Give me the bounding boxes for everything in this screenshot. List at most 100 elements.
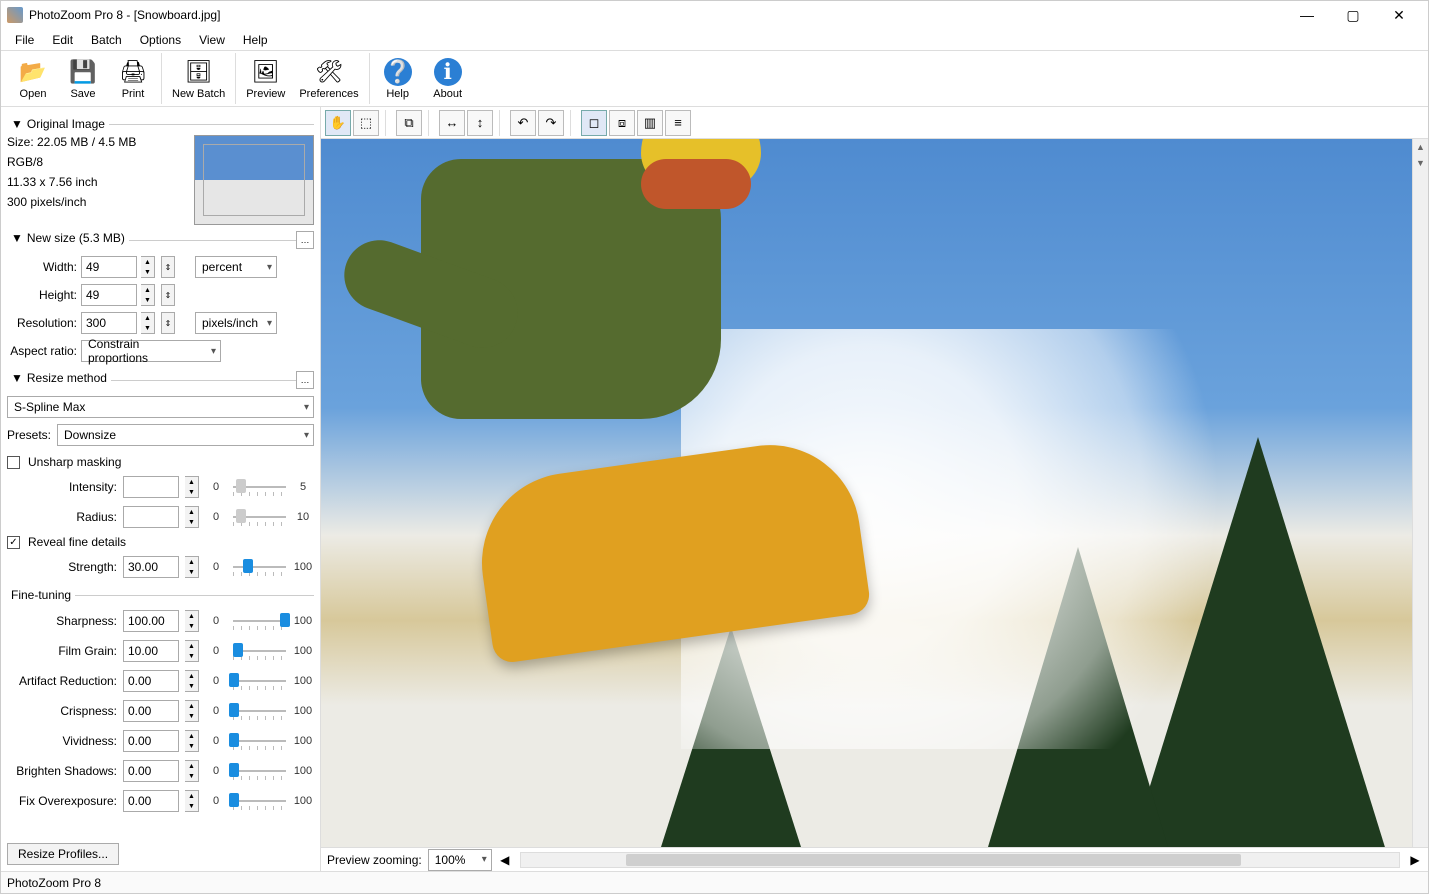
brighten-spinner[interactable]: ▲▼ <box>185 760 199 782</box>
resize-method-select[interactable]: S-Spline Max <box>7 396 314 418</box>
close-button[interactable]: ✕ <box>1376 1 1422 29</box>
open-button[interactable]: 📂Open <box>13 56 53 102</box>
original-image-header[interactable]: ▼Original Image <box>7 117 314 131</box>
vividness-slider[interactable] <box>233 731 286 751</box>
viewmode-3-button[interactable]: ▥ <box>637 110 663 136</box>
vertical-scrollbar[interactable]: ▲ ▼ <box>1412 139 1428 847</box>
width-input[interactable] <box>81 256 137 278</box>
filmgrain-spinner[interactable]: ▲▼ <box>185 640 199 662</box>
brighten-slider[interactable] <box>233 761 286 781</box>
crop-button[interactable]: ⧉ <box>396 110 422 136</box>
menu-help[interactable]: Help <box>235 31 276 49</box>
print-button[interactable]: 🖨Print <box>113 56 153 102</box>
height-link-button[interactable]: ⇕ <box>161 284 175 306</box>
maximize-button[interactable]: ▢ <box>1330 1 1376 29</box>
resolution-input[interactable] <box>81 312 137 334</box>
menu-view[interactable]: View <box>191 31 233 49</box>
overexp-input[interactable] <box>123 790 179 812</box>
minimize-button[interactable]: — <box>1284 1 1330 29</box>
filmgrain-label: Film Grain: <box>7 644 117 658</box>
artifact-slider[interactable] <box>233 671 286 691</box>
radius-label: Radius: <box>7 510 117 524</box>
flip-v-button[interactable]: ↕ <box>467 110 493 136</box>
overexp-spinner[interactable]: ▲▼ <box>185 790 199 812</box>
viewmode-2-button[interactable]: ⧈ <box>609 110 635 136</box>
new-batch-button[interactable]: 🗄New Batch <box>170 56 227 102</box>
about-button[interactable]: ℹAbout <box>428 56 468 102</box>
scroll-up-icon[interactable]: ▲ <box>1413 139 1428 155</box>
scroll-right-button[interactable]: ▶ <box>1408 853 1422 867</box>
reveal-checkbox[interactable]: ✓ <box>7 536 20 549</box>
radius-slider[interactable] <box>233 507 286 527</box>
menu-file[interactable]: File <box>7 31 42 49</box>
filmgrain-input[interactable] <box>123 640 179 662</box>
thumbnail[interactable] <box>194 135 314 225</box>
titlebar: PhotoZoom Pro 8 - [Snowboard.jpg] — ▢ ✕ <box>1 1 1428 29</box>
open-icon: 📂 <box>19 58 47 86</box>
width-link-button[interactable]: ⇕ <box>161 256 175 278</box>
radius-input[interactable] <box>123 506 179 528</box>
strength-spinner[interactable]: ▲▼ <box>185 556 199 578</box>
height-input[interactable] <box>81 284 137 306</box>
filmgrain-slider[interactable] <box>233 641 286 661</box>
sharpness-slider[interactable] <box>233 611 286 631</box>
crispness-slider[interactable] <box>233 701 286 721</box>
size-info: Size: 22.05 MB / 4.5 MB <box>7 135 136 149</box>
viewmode-4-button[interactable]: ≡ <box>665 110 691 136</box>
intensity-input[interactable] <box>123 476 179 498</box>
artifact-spinner[interactable]: ▲▼ <box>185 670 199 692</box>
strength-input[interactable] <box>123 556 179 578</box>
resolution-spinner[interactable]: ▲▼ <box>141 312 155 334</box>
vividness-label: Vividness: <box>7 734 117 748</box>
horizontal-scrollbar[interactable] <box>520 852 1400 868</box>
menu-options[interactable]: Options <box>132 31 189 49</box>
hand-tool-button[interactable]: ✋ <box>325 110 351 136</box>
artifact-input[interactable] <box>123 670 179 692</box>
intensity-spinner[interactable]: ▲▼ <box>185 476 199 498</box>
status-text: PhotoZoom Pro 8 <box>7 876 101 890</box>
resolution-link-button[interactable]: ⇕ <box>161 312 175 334</box>
res-unit-select[interactable]: pixels/inch <box>195 312 277 334</box>
strength-slider[interactable] <box>233 557 286 577</box>
resize-profiles-button[interactable]: Resize Profiles... <box>7 843 119 865</box>
flip-h-button[interactable]: ↔ <box>439 110 465 136</box>
about-icon: ℹ <box>434 58 462 86</box>
viewmode-1-button[interactable]: ◻ <box>581 110 607 136</box>
vividness-spinner[interactable]: ▲▼ <box>185 730 199 752</box>
crispness-input[interactable] <box>123 700 179 722</box>
width-spinner[interactable]: ▲▼ <box>141 256 155 278</box>
radius-spinner[interactable]: ▲▼ <box>185 506 199 528</box>
height-spinner[interactable]: ▲▼ <box>141 284 155 306</box>
vividness-input[interactable] <box>123 730 179 752</box>
crispness-spinner[interactable]: ▲▼ <box>185 700 199 722</box>
new-size-header[interactable]: ▼New size (5.3 MB)… <box>7 231 314 249</box>
image-canvas[interactable]: ▲ ▼ <box>321 139 1428 847</box>
new-size-options-button[interactable]: … <box>296 231 314 249</box>
artifact-label: Artifact Reduction: <box>7 674 117 688</box>
redo-button[interactable]: ↷ <box>538 110 564 136</box>
preferences-button[interactable]: 🛠Preferences <box>297 56 360 102</box>
unsharp-checkbox[interactable] <box>7 456 20 469</box>
brighten-input[interactable] <box>123 760 179 782</box>
undo-button[interactable]: ↶ <box>510 110 536 136</box>
resize-method-options-button[interactable]: … <box>296 371 314 389</box>
help-button[interactable]: ❔Help <box>378 56 418 102</box>
presets-select[interactable]: Downsize <box>57 424 314 446</box>
save-button[interactable]: 💾Save <box>63 56 103 102</box>
scroll-down-icon[interactable]: ▼ <box>1413 155 1428 171</box>
menu-batch[interactable]: Batch <box>83 31 130 49</box>
preview-button[interactable]: 🖼Preview <box>244 56 287 102</box>
overexp-slider[interactable] <box>233 791 286 811</box>
sharpness-input[interactable] <box>123 610 179 632</box>
size-unit-select[interactable]: percent <box>195 256 277 278</box>
sharpness-label: Sharpness: <box>7 614 117 628</box>
batch-icon: 🗄 <box>185 58 213 86</box>
select-tool-button[interactable]: ⬚ <box>353 110 379 136</box>
sharpness-spinner[interactable]: ▲▼ <box>185 610 199 632</box>
resize-method-header[interactable]: ▼Resize method… <box>7 371 314 389</box>
preview-zoom-select[interactable]: 100% <box>428 849 492 871</box>
intensity-slider[interactable] <box>233 477 286 497</box>
menu-edit[interactable]: Edit <box>44 31 81 49</box>
aspect-select[interactable]: Constrain proportions <box>81 340 221 362</box>
scroll-left-button[interactable]: ◀ <box>498 853 512 867</box>
